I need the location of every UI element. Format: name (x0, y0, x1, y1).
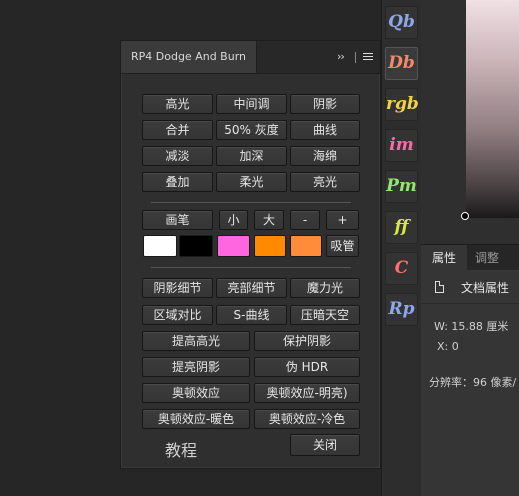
qb-icon: Qb (388, 12, 415, 32)
merge-button[interactable]: 合并 (142, 120, 213, 140)
bright-light-button[interactable]: 亮光 (290, 172, 360, 192)
plugin-toolstrip: Qb Db rgb im Pm ff C Rp (381, 0, 423, 496)
boost-highlights-button[interactable]: 提高高光 (142, 331, 250, 351)
protect-shadows-button[interactable]: 保护阴影 (254, 331, 360, 351)
gray50-button[interactable]: 50% 灰度 (216, 120, 287, 140)
properties-body: 文档属性 W: 15.88 厘米 X: 0 分辨率：96 像素/ (421, 270, 519, 496)
highlights-button[interactable]: 高光 (142, 94, 213, 114)
strip-item-db[interactable]: Db (385, 47, 418, 80)
tutorial-link[interactable]: 教程 (165, 437, 197, 461)
close-button[interactable]: 关闭 (290, 434, 360, 456)
collapse-icon[interactable]: ›› (337, 50, 345, 63)
swatch-pink[interactable] (217, 235, 250, 257)
magic-light-button[interactable]: 魔力光 (290, 278, 360, 298)
shadow-detail-button[interactable]: 阴影细节 (142, 278, 213, 298)
midtones-button[interactable]: 中间调 (216, 94, 287, 114)
brush-large-button[interactable]: 大 (254, 210, 284, 230)
dodge-burn-panel: RP4 Dodge And Burn ›› 高光 中间调 阴影 合并 50% 灰… (120, 40, 381, 469)
orton-bright-button[interactable]: 奥顿效应-明亮) (254, 383, 360, 403)
rgb-icon: rgb (386, 94, 419, 114)
brush-minus-button[interactable]: - (290, 210, 320, 230)
strip-item-rp[interactable]: Rp (385, 293, 418, 326)
swatch-white[interactable] (143, 235, 177, 257)
fake-hdr-button[interactable]: 伪 HDR (254, 357, 360, 377)
strip-item-rgb[interactable]: rgb (385, 88, 419, 121)
x-readout: X: 0 (437, 340, 459, 353)
tab-adjustments[interactable]: 调整 (469, 245, 505, 271)
panel-header: RP4 Dodge And Burn ›› (121, 41, 380, 74)
swatch-black[interactable] (179, 235, 213, 257)
s-curve-button[interactable]: S-曲线 (216, 305, 287, 325)
eyedropper-button[interactable]: 吸管 (326, 235, 359, 257)
properties-tabbar: 属性 调整 (421, 244, 519, 271)
width-readout: W: 15.88 厘米 (434, 320, 509, 333)
swatch-light-orange[interactable] (290, 235, 322, 257)
sponge-button[interactable]: 海绵 (290, 146, 360, 166)
darken-sky-button[interactable]: 压暗天空 (290, 305, 360, 325)
strip-item-im[interactable]: im (385, 129, 418, 162)
db-icon: Db (388, 53, 415, 73)
orton-cool-button[interactable]: 奥顿效应-冷色 (254, 409, 360, 429)
section-divider (151, 267, 351, 268)
swatch-orange[interactable] (254, 235, 286, 257)
document-icon (435, 281, 444, 293)
tab-properties[interactable]: 属性 (421, 245, 467, 271)
strip-item-ff[interactable]: ff (385, 211, 418, 244)
properties-divider (421, 303, 519, 304)
ff-icon: ff (394, 217, 409, 237)
local-contrast-button[interactable]: 区域对比 (142, 305, 213, 325)
pm-icon: Pm (386, 176, 417, 196)
panel-menu-icon[interactable] (363, 53, 373, 62)
brush-small-button[interactable]: 小 (219, 210, 248, 230)
strip-item-pm[interactable]: Pm (385, 170, 418, 203)
color-picker-cursor[interactable] (461, 212, 469, 220)
overlay-button[interactable]: 叠加 (142, 172, 213, 192)
orton-warm-button[interactable]: 奥顿效应-暖色 (142, 409, 250, 429)
right-panel-area: 属性 调整 文档属性 W: 15.88 厘米 X: 0 分辨率：96 像素/ (421, 0, 519, 496)
c-icon: C (394, 258, 409, 278)
lift-shadows-button[interactable]: 提亮阴影 (142, 357, 250, 377)
document-properties-label: 文档属性 (461, 281, 510, 295)
rp-icon: Rp (388, 299, 415, 319)
strip-item-c[interactable]: C (385, 252, 418, 285)
shadows-button[interactable]: 阴影 (290, 94, 360, 114)
color-picker-field[interactable] (466, 0, 519, 218)
deepen-button[interactable]: 加深 (216, 146, 287, 166)
im-icon: im (389, 135, 414, 155)
header-separator (355, 52, 356, 63)
orton-button[interactable]: 奥顿效应 (142, 383, 250, 403)
brush-plus-button[interactable]: + (326, 210, 359, 230)
section-divider (151, 202, 351, 203)
highlight-detail-button[interactable]: 亮部细节 (216, 278, 287, 298)
panel-tab-title[interactable]: RP4 Dodge And Burn (121, 41, 257, 73)
brush-button[interactable]: 画笔 (142, 210, 213, 230)
curves-button[interactable]: 曲线 (290, 120, 360, 140)
resolution-readout: 分辨率：96 像素/ (429, 376, 517, 389)
soft-light-button[interactable]: 柔光 (216, 172, 287, 192)
fade-button[interactable]: 减淡 (142, 146, 213, 166)
strip-item-qb[interactable]: Qb (385, 6, 418, 39)
